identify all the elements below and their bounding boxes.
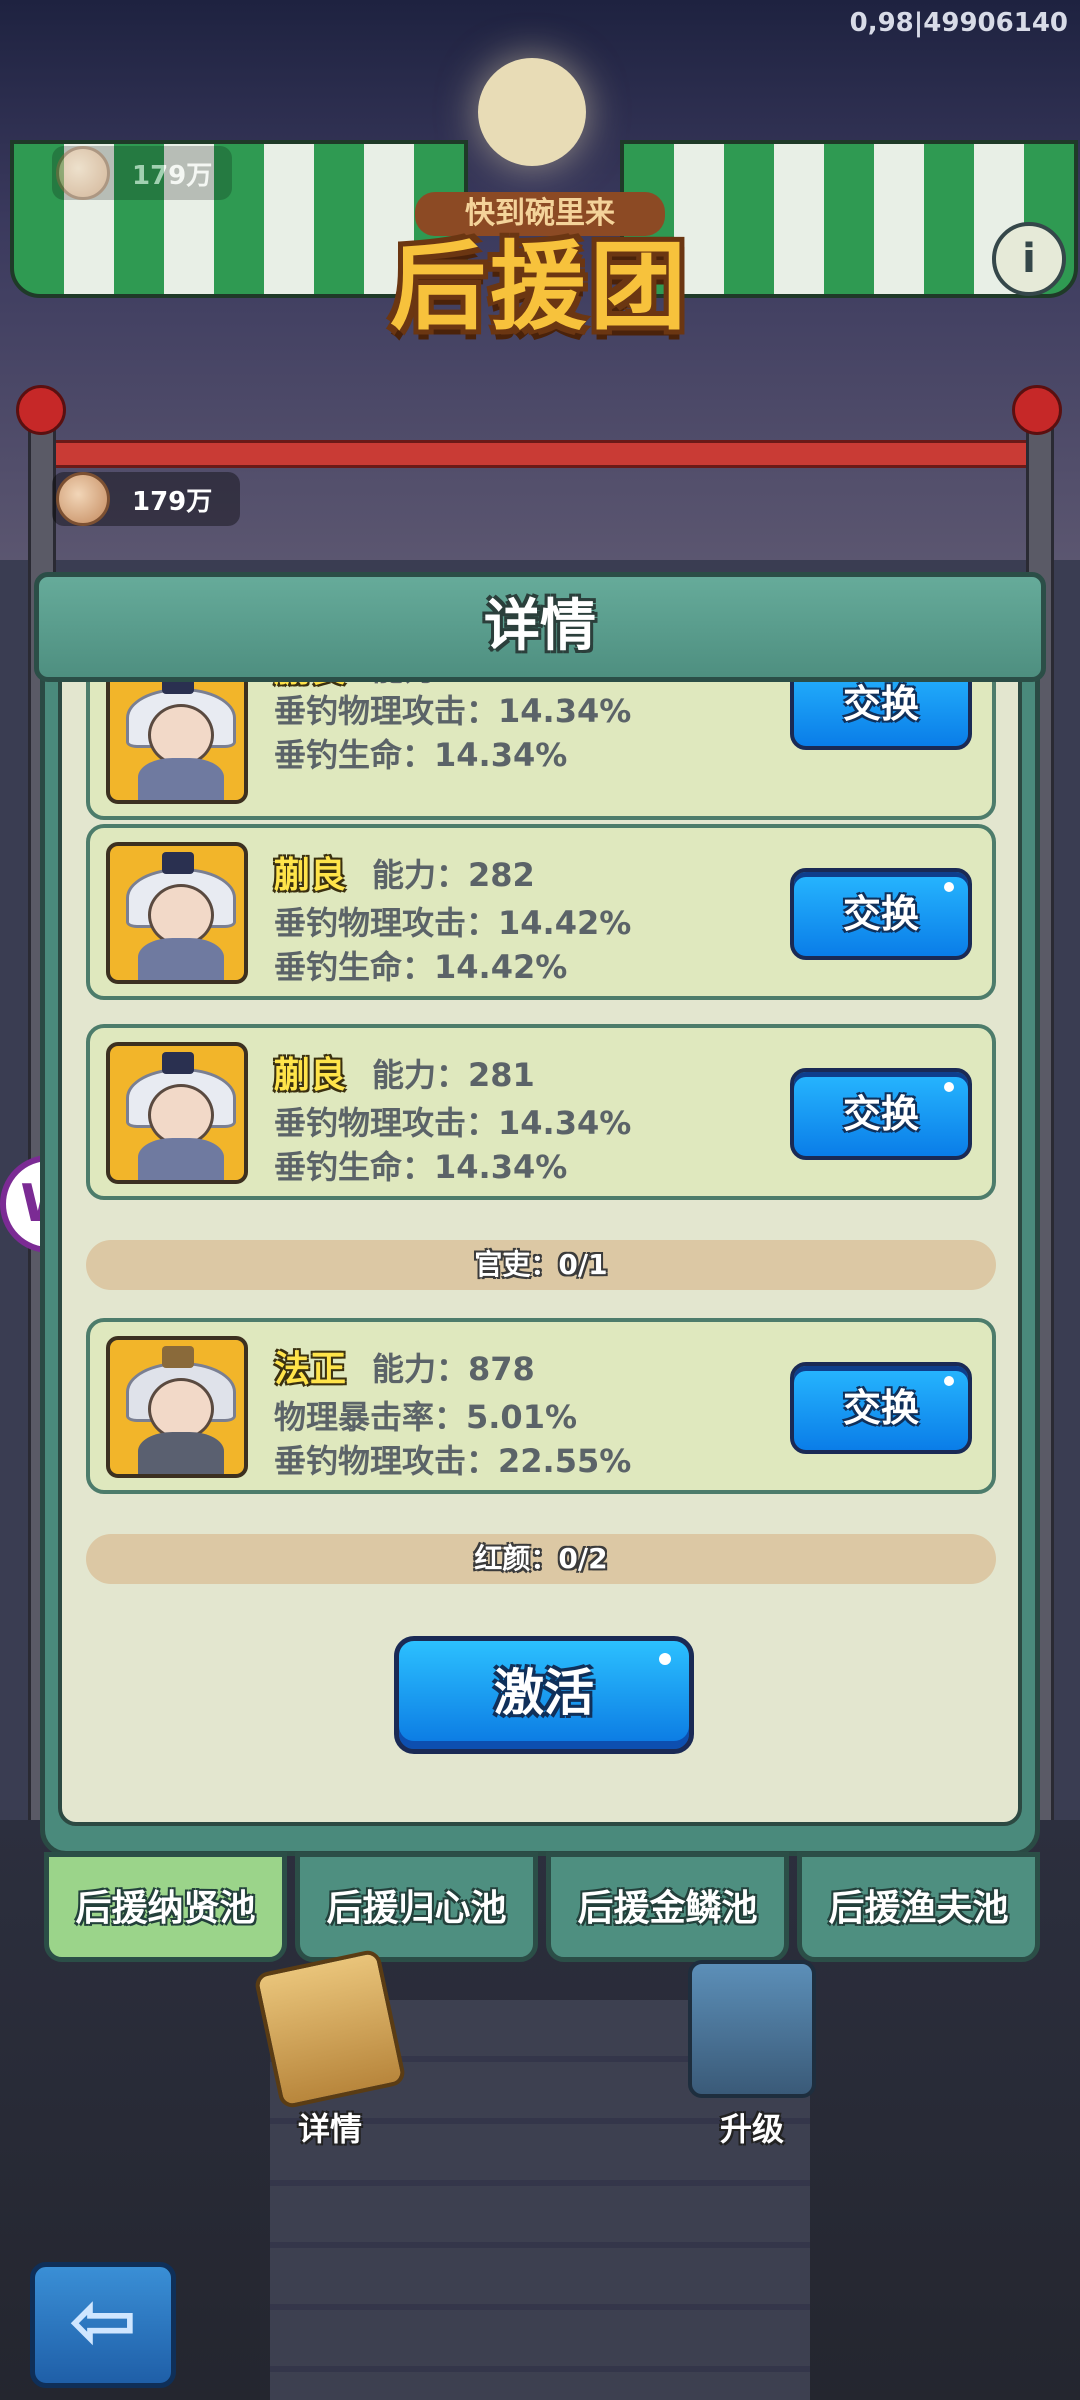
building-upgrade-icon [688, 1960, 816, 2098]
swap-button[interactable]: 交换 [790, 1068, 972, 1160]
hero-name: 蒯良 [274, 855, 347, 896]
swap-button[interactable]: 交换 [790, 868, 972, 960]
upgrade-entry[interactable]: 升级 [672, 1960, 832, 2150]
details-label: 详情 [297, 2110, 362, 2148]
hero-avatar [106, 1336, 248, 1478]
coin-icon [56, 472, 110, 526]
hero-power: 能力：282 [372, 850, 535, 896]
section-header-hongyan: 红颜：0/2 [86, 1534, 996, 1584]
logo-subtitle: 快到碗里来 [415, 192, 665, 236]
modal-scroll-list[interactable]: 蒯良 能力：281 垂钓物理攻击：14.34% 垂钓生命：14.34% 交换 蒯… [62, 660, 1018, 1822]
currency-amount: 179万 [132, 160, 213, 191]
swap-button[interactable]: 交换 [790, 1362, 972, 1454]
currency-pill: 179万 [52, 472, 240, 526]
upgrade-label: 升级 [719, 2110, 784, 2148]
power-value: 878 [468, 1350, 535, 1388]
hero-stat-2: 垂钓物理攻击：22.55% [274, 1442, 632, 1480]
hero-stat-1: 垂钓物理攻击：14.42% [274, 904, 632, 942]
hero-power: 能力：878 [372, 1344, 535, 1390]
event-logo: 快到碗里来 后援团 [345, 180, 735, 350]
power-value: 282 [468, 856, 535, 894]
hero-avatar [106, 662, 248, 804]
hero-name: 蒯良 [274, 1055, 347, 1096]
hero-stat-2: 垂钓生命：14.42% [274, 948, 568, 986]
hero-stat-1: 垂钓物理攻击：14.34% [274, 692, 632, 730]
hero-avatar [106, 1042, 248, 1184]
tab-yufu-pool[interactable]: 后援渔夫池 [797, 1852, 1040, 1962]
pillar-cap-left [16, 385, 66, 435]
power-label: 能力： [372, 856, 469, 894]
hero-card: 蒯良 能力：281 垂钓物理攻击：14.34% 垂钓生命：14.34% 交换 [86, 1024, 996, 1200]
currency-amount: 179万 [132, 486, 213, 517]
tab-guixin-pool[interactable]: 后援归心池 [295, 1852, 538, 1962]
currency-pill-top: 179万 [52, 146, 232, 200]
hero-avatar [106, 842, 248, 984]
hero-stat-1: 物理暴击率：5.01% [274, 1398, 578, 1436]
debug-id-text: 0,98|49906140 [849, 8, 1068, 38]
pillar-cap-right [1012, 385, 1062, 435]
modal-title: 详情 [484, 594, 596, 659]
tab-nabian-pool[interactable]: 后援纳贤池 [44, 1852, 287, 1962]
hero-stat-1: 垂钓物理攻击：14.34% [274, 1104, 632, 1142]
scroll-icon [253, 1948, 407, 2110]
power-label: 能力： [372, 1350, 469, 1388]
modal-content[interactable]: 蒯良 能力：281 垂钓物理攻击：14.34% 垂钓生命：14.34% 交换 蒯… [58, 656, 1022, 1826]
activate-button[interactable]: 激活 [394, 1636, 694, 1754]
modal-header: 详情 [34, 572, 1046, 682]
hero-power: 能力：281 [372, 1050, 535, 1096]
railing-bar [50, 440, 1036, 468]
hero-stat-2: 垂钓生命：14.34% [274, 736, 568, 774]
details-modal: 蒯良 能力：281 垂钓物理攻击：14.34% 垂钓生命：14.34% 交换 蒯… [34, 556, 1046, 1856]
hero-card: 法正 能力：878 物理暴击率：5.01% 垂钓物理攻击：22.55% 交换 [86, 1318, 996, 1494]
hero-name: 法正 [274, 1349, 347, 1390]
power-label: 能力： [372, 1056, 469, 1094]
coin-icon [56, 146, 110, 200]
hero-card: 蒯良 能力：282 垂钓物理攻击：14.42% 垂钓生命：14.42% 交换 [86, 824, 996, 1000]
pool-tabs: 后援纳贤池 后援归心池 后援金鳞池 后援渔夫池 [44, 1852, 1040, 1966]
info-button[interactable]: i [992, 222, 1066, 296]
moon [478, 58, 586, 166]
section-header-guanli: 官吏：0/1 [86, 1240, 996, 1290]
back-button[interactable]: ⇦ [30, 2262, 176, 2388]
tab-jinlin-pool[interactable]: 后援金鳞池 [546, 1852, 789, 1962]
logo-title: 后援团 [390, 231, 690, 343]
details-entry[interactable]: 详情 [250, 1948, 410, 2150]
power-value: 281 [468, 1056, 535, 1094]
hero-stat-2: 垂钓生命：14.34% [274, 1148, 568, 1186]
